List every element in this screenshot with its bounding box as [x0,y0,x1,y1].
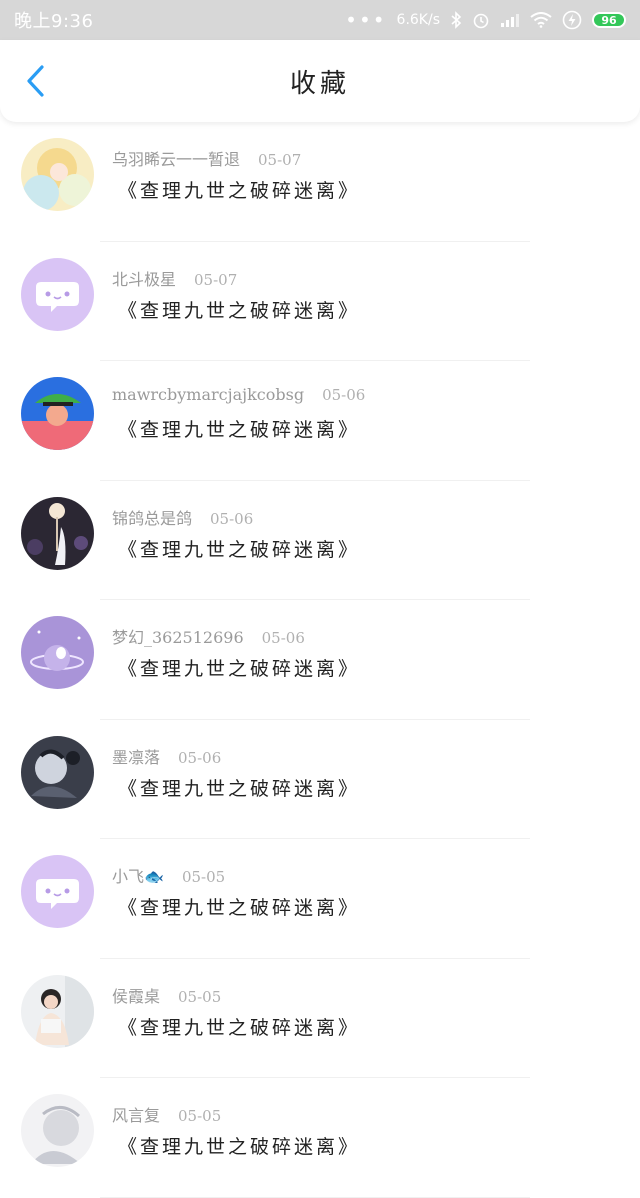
back-button[interactable] [18,64,52,98]
charging-icon [562,10,582,30]
avatar[interactable] [21,138,94,211]
list-item[interactable]: 梦幻_362512696 05-06 《查理九世之破碎迷离》 [0,600,640,720]
item-title: 《查理九世之破碎迷离》 [118,299,361,322]
avatar[interactable] [21,616,94,689]
list-item[interactable]: 锦鸽总是鸽 05-06 《查理九世之破碎迷离》 [0,481,640,600]
alarm-icon [472,11,490,29]
item-date: 05-06 [261,629,305,647]
item-title: 《查理九世之破碎迷离》 [118,658,361,680]
user-name: 小飞🐟 [112,867,164,886]
user-name: 风言复 [112,1106,161,1125]
item-title: 《查理九世之破碎迷离》 [118,1016,361,1039]
avatar[interactable] [21,257,94,331]
item-title: 《查理九世之破碎迷离》 [118,180,361,202]
item-meta: 锦鸽总是鸽 05-06 [112,505,253,529]
list-item[interactable]: 北斗极星 05-07 《查理九世之破碎迷离》 [0,242,640,361]
title-bar: 收藏 [0,40,640,122]
bluetooth-icon [450,11,462,29]
chevron-left-icon [27,65,44,97]
item-title: 《查理九世之破碎迷离》 [118,777,361,800]
avatar[interactable] [21,735,94,809]
item-meta: 墨凛落 05-06 [112,744,221,768]
item-meta: 梦幻_362512696 05-06 [112,624,305,648]
list-item[interactable]: 乌羽睎云一一暂退 05-07 《查理九世之破碎迷离》 [0,122,640,242]
user-name: 乌羽睎云一一暂退 [112,150,241,169]
user-name: 锦鸽总是鸽 [112,508,193,528]
user-name: 梦幻_362512696 [112,628,244,647]
battery-icon: 96 [592,12,626,28]
status-bar: 晚上9:36 ••• 6.6K/s 96 [0,0,640,40]
avatar[interactable] [21,377,94,450]
user-name: 侯霞桌 [112,986,161,1006]
list-item[interactable]: 小飞🐟 05-05 《查理九世之破碎迷离》 [0,839,640,959]
signal-icon [500,12,520,28]
user-name: 墨凛落 [112,747,161,767]
item-meta: 侯霞桌 05-05 [112,983,221,1007]
item-meta: mawrcbymarcjajkcobsg 05-06 [112,385,365,404]
avatar[interactable] [21,974,94,1048]
more-notifications-icon: ••• [345,8,387,32]
avatar[interactable] [21,855,94,928]
item-date: 05-05 [178,987,222,1006]
item-meta: 北斗极星 05-07 [112,266,237,290]
user-name: 北斗极星 [112,269,177,289]
item-meta: 小飞🐟 05-05 [112,863,225,887]
status-icons: ••• 6.6K/s 96 [345,10,626,30]
item-date: 05-06 [178,748,222,767]
item-meta: 风言复 05-05 [112,1102,221,1126]
list-item[interactable]: 墨凛落 05-06 《查理九世之破碎迷离》 [0,720,640,839]
item-title: 《查理九世之破碎迷离》 [118,419,361,441]
status-time: 晚上9:36 [14,11,94,32]
item-title: 《查理九世之破碎迷离》 [118,897,361,919]
list-item[interactable]: mawrcbymarcjajkcobsg 05-06 《查理九世之破碎迷离》 [0,361,640,481]
item-meta: 乌羽睎云一一暂退 05-07 [112,146,301,170]
page-title: 收藏 [289,68,350,99]
item-date: 05-07 [194,270,238,289]
wifi-icon [530,12,552,28]
item-title: 《查理九世之破碎迷离》 [118,538,361,561]
avatar[interactable] [21,1094,94,1167]
favorites-list: 乌羽睎云一一暂退 05-07 《查理九世之破碎迷离》 北斗极星 05-07 《查… [0,122,640,1198]
item-date: 05-05 [178,1107,222,1125]
net-speed: 6.6K/s [396,12,440,28]
item-date: 05-05 [181,868,226,886]
divider [100,1196,530,1198]
item-date: 05-06 [322,386,366,404]
item-title: 《查理九世之破碎迷离》 [118,1136,361,1158]
list-item[interactable]: 侯霞桌 05-05 《查理九世之破碎迷离》 [0,959,640,1078]
item-date: 05-07 [258,151,302,169]
user-name: mawrcbymarcjajkcobsg [112,385,305,404]
item-date: 05-06 [210,509,254,528]
avatar[interactable] [21,496,94,570]
